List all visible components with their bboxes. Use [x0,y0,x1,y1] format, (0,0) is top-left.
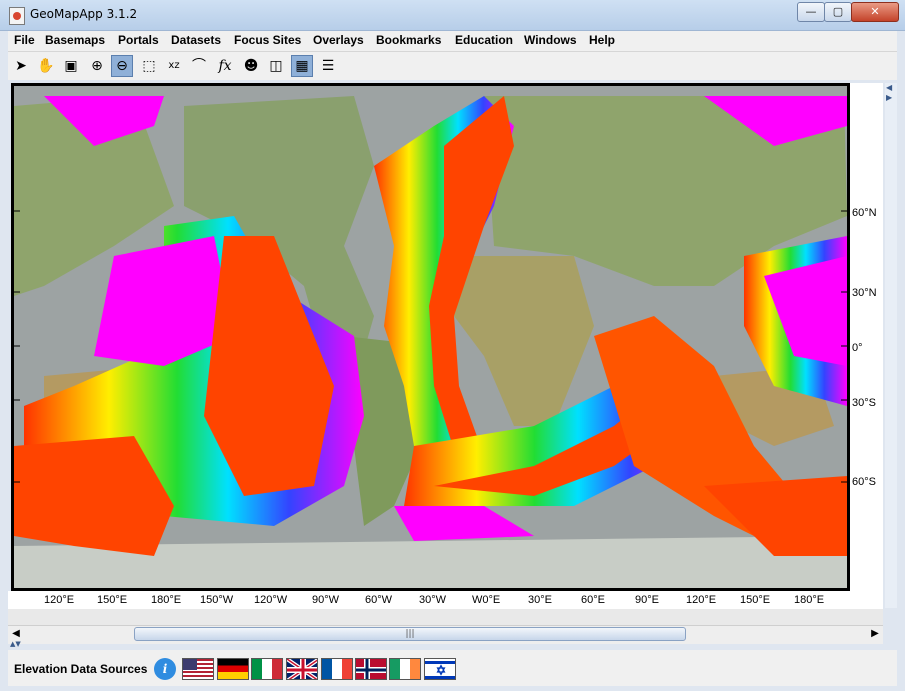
lon-tick: 60°E [581,594,605,606]
lasso-icon[interactable]: ⌒ [188,55,210,77]
status-bar: Elevation Data Sources i [8,650,897,686]
window-title: GeoMapApp 3.1.2 [30,7,138,21]
lon-tick: 150°E [740,594,771,606]
menu-focus-sites[interactable]: Focus Sites [234,33,301,47]
panel-splitter[interactable]: ▲▼ [8,640,897,649]
menu-bar: File Basemaps Portals Datasets Focus Sit… [8,31,897,52]
collapse-right-icon[interactable]: ▶ [886,93,892,102]
function-icon[interactable]: fx [214,55,236,77]
menu-overlays[interactable]: Overlays [313,33,364,47]
uk-flag-icon[interactable] [286,658,318,680]
lon-tick: 120°E [686,594,717,606]
lon-tick: W0°E [472,594,501,606]
lon-tick: 90°W [312,594,340,606]
lat-tick: 30°S [852,397,876,409]
menu-windows[interactable]: Windows [524,33,577,47]
select-arrow-icon[interactable]: ➤ [10,55,32,77]
scroll-right-icon[interactable]: ▶ [867,626,883,642]
title-bar: GeoMapApp 3.1.2 — ▢ ✕ [0,0,905,31]
info-icon[interactable]: i [154,658,176,680]
rectangle-select-icon[interactable]: ⬚ [138,55,160,77]
list-icon[interactable]: ☰ [317,55,339,77]
lon-tick: 150°W [200,594,234,606]
lat-tick: 60°N [852,207,877,219]
maximize-button[interactable]: ▢ [824,2,852,22]
horizontal-scrollbar[interactable]: ◀ ||| ▶ [8,625,883,644]
lon-tick: 30°W [419,594,447,606]
usa-flag-icon[interactable] [182,658,214,680]
side-collapse-rail[interactable]: ◀ ▶ [885,83,897,608]
pan-hand-icon[interactable]: ✋ [35,55,57,77]
elevation-sources-label: Elevation Data Sources [14,662,148,676]
menu-basemaps[interactable]: Basemaps [45,33,105,47]
menu-file[interactable]: File [14,33,35,47]
lon-tick: 120°E [44,594,75,606]
italy-flag-icon[interactable] [251,658,283,680]
lat-tick: 0° [852,342,863,354]
menu-education[interactable]: Education [455,33,513,47]
lon-tick: 90°E [635,594,659,606]
france-flag-icon[interactable] [321,658,353,680]
latitude-scale: 60°N 30°N 0° 30°S 60°S [850,83,883,591]
global-map-image [14,86,847,588]
save-disk-icon[interactable]: ▣ [60,55,82,77]
zoom-in-icon[interactable]: ⊕ [86,55,108,77]
lat-tick: 30°N [852,287,877,299]
layer-icon[interactable]: ◫ [265,55,287,77]
lon-tick: 30°E [528,594,552,606]
israel-flag-icon[interactable] [424,658,456,680]
lon-tick: 180°E [794,594,825,606]
splitter-arrows-icon[interactable]: ▲▼ [10,640,21,648]
menu-help[interactable]: Help [589,33,615,47]
lon-tick: 120°W [254,594,288,606]
ireland-flag-icon[interactable] [389,658,421,680]
map-info-strip [8,609,883,625]
close-button[interactable]: ✕ [851,2,899,22]
lat-tick: 60°S [852,476,876,488]
collapse-left-icon[interactable]: ◀ [886,83,892,92]
map-canvas[interactable] [11,83,850,591]
scrollbar-thumb[interactable]: ||| [134,627,686,641]
mask-icon[interactable]: ☻ [240,55,262,77]
grid-icon[interactable]: ▦ [291,55,313,77]
zoom-out-icon[interactable]: ⊖ [111,55,133,77]
toolbar: ➤ ✋ ▣ ⊕ ⊖ ⬚ xz ⌒ fx ☻ ◫ ▦ ☰ [8,52,897,80]
menu-datasets[interactable]: Datasets [171,33,221,47]
longitude-scale: 120°E 150°E 180°E 150°W 120°W 90°W 60°W … [8,591,883,609]
java-app-icon [9,7,25,25]
lon-tick: 150°E [97,594,128,606]
xyz-icon[interactable]: xz [163,55,185,77]
minimize-button[interactable]: — [797,2,825,22]
lon-tick: 60°W [365,594,393,606]
norway-flag-icon[interactable] [355,658,387,680]
menu-bookmarks[interactable]: Bookmarks [376,33,441,47]
menu-portals[interactable]: Portals [118,33,159,47]
germany-flag-icon[interactable] [217,658,249,680]
lon-tick: 180°E [151,594,182,606]
